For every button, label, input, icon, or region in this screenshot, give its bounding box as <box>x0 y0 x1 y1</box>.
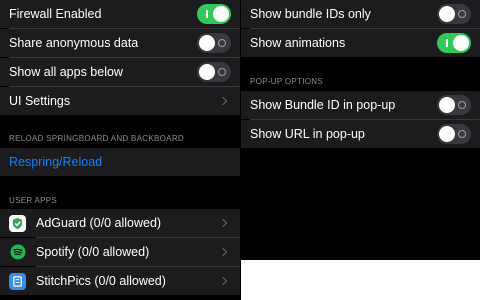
app-row-adguard[interactable]: AdGuard (0/0 allowed) <box>0 209 240 237</box>
reload-section-header: RELOAD SPRINGBOARD AND BACKBOARD <box>9 134 184 143</box>
app-row-spotify[interactable]: Spotify (0/0 allowed) <box>0 238 240 266</box>
popup-options-section-header: POP-UP OPTIONS <box>250 77 323 86</box>
chevron-right-icon <box>218 96 228 106</box>
app-row-label: AdGuard (0/0 allowed) <box>36 216 162 230</box>
respring-reload-button[interactable]: Respring/Reload <box>9 155 231 169</box>
chevron-right-icon <box>218 218 228 228</box>
toggle-knob <box>439 6 455 22</box>
left-settings-pane: Firewall Enabled Share anonymous data Sh… <box>0 0 240 300</box>
spotify-icon <box>9 243 26 261</box>
row-label: Show Bundle ID in pop-up <box>250 98 396 112</box>
app-row-label: Spotify (0/0 allowed) <box>36 245 150 259</box>
show-animations-row[interactable]: Show animations <box>241 29 480 57</box>
share-anonymous-data-row[interactable]: Share anonymous data <box>0 29 240 57</box>
toggle-knob <box>439 126 455 142</box>
empty-white-area <box>241 260 480 300</box>
firewall-enabled-row[interactable]: Firewall Enabled <box>0 0 240 28</box>
row-label: Firewall Enabled <box>9 7 102 21</box>
toggle-off-mark-icon <box>458 130 466 138</box>
right-settings-pane: Show bundle IDs only Show animations POP… <box>241 0 480 300</box>
chevron-right-icon <box>218 276 228 286</box>
toggle-knob <box>439 97 455 113</box>
show-bundle-ids-toggle[interactable] <box>437 4 471 24</box>
ui-settings-row[interactable]: UI Settings <box>0 87 240 115</box>
show-url-popup-row[interactable]: Show URL in pop-up <box>241 120 480 148</box>
row-label: Show animations <box>250 36 346 50</box>
show-all-apps-row[interactable]: Show all apps below <box>0 58 240 86</box>
user-apps-section-header: USER APPS <box>9 196 58 205</box>
share-anonymous-data-toggle[interactable] <box>197 33 231 53</box>
stitchpics-icon <box>9 272 26 290</box>
firewall-enabled-toggle[interactable] <box>197 4 231 24</box>
app-row-stitchpics[interactable]: StitchPics (0/0 allowed) <box>0 267 240 295</box>
row-label: Show all apps below <box>9 65 123 79</box>
show-bundle-id-popup-row[interactable]: Show Bundle ID in pop-up <box>241 91 480 119</box>
show-all-apps-toggle[interactable] <box>197 62 231 82</box>
show-animations-toggle[interactable] <box>437 33 471 53</box>
toggle-off-mark-icon <box>218 68 226 76</box>
show-url-popup-toggle[interactable] <box>437 124 471 144</box>
row-label: Show bundle IDs only <box>250 7 371 21</box>
adguard-shield-icon <box>9 214 26 232</box>
row-label: Share anonymous data <box>9 36 139 50</box>
toggle-off-mark-icon <box>458 10 466 18</box>
show-bundle-id-popup-toggle[interactable] <box>437 95 471 115</box>
toggle-knob <box>213 6 229 22</box>
toggle-knob <box>199 64 215 80</box>
respring-reload-row[interactable]: Respring/Reload <box>0 148 240 176</box>
toggle-knob <box>199 35 215 51</box>
toggle-off-mark-icon <box>458 101 466 109</box>
toggle-off-mark-icon <box>218 39 226 47</box>
chevron-right-icon <box>218 247 228 257</box>
toggle-on-mark-icon <box>446 39 448 47</box>
row-label: Show URL in pop-up <box>250 127 365 141</box>
toggle-knob <box>453 35 469 51</box>
toggle-on-mark-icon <box>206 10 208 18</box>
show-bundle-ids-row[interactable]: Show bundle IDs only <box>241 0 480 28</box>
row-label: UI Settings <box>9 94 71 108</box>
app-row-label: StitchPics (0/0 allowed) <box>36 274 166 288</box>
